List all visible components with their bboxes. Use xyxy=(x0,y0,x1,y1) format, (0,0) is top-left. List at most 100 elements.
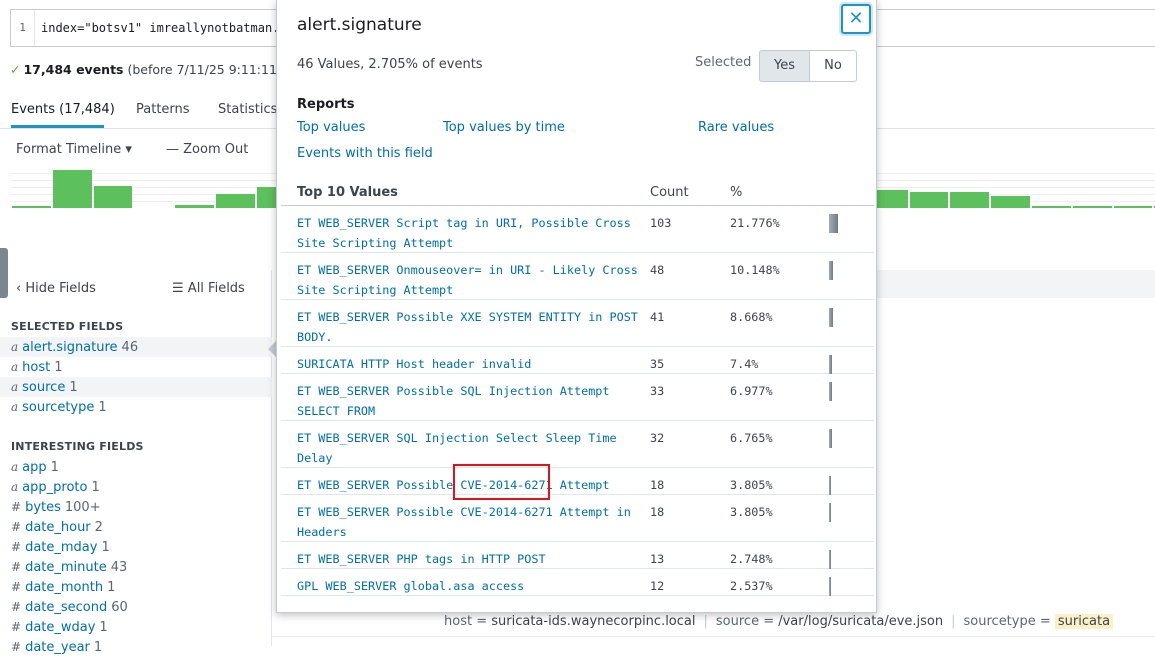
top-value-name[interactable]: ET WEB_SERVER Onmouseover= in URI - Like… xyxy=(297,260,642,300)
timeline-bar[interactable] xyxy=(52,170,92,208)
field-name[interactable]: host xyxy=(22,360,50,375)
chevron-left-icon: ‹ xyxy=(16,281,26,296)
line-number: 1 xyxy=(11,10,35,46)
field-count: 100+ xyxy=(64,500,101,515)
top-value-name[interactable]: ET WEB_SERVER PHP tags in HTTP POST xyxy=(297,549,642,569)
rare-values-link[interactable]: Rare values xyxy=(698,120,774,135)
field-name[interactable]: date_month xyxy=(25,580,103,595)
field-item-date-wday[interactable]: # date_wday 1 xyxy=(0,617,272,637)
field-item-app-proto[interactable]: a app_proto 1 xyxy=(0,477,272,497)
close-icon[interactable]: ✕ xyxy=(841,4,871,34)
top-value-row[interactable]: ET WEB_SERVER SQL Injection Select Sleep… xyxy=(281,421,874,468)
selected-no-button[interactable]: No xyxy=(809,50,857,82)
top-value-count: 13 xyxy=(650,552,665,566)
field-item-date-mday[interactable]: # date_mday 1 xyxy=(0,537,272,557)
field-type-icon: # xyxy=(11,520,22,534)
timeline-bar[interactable] xyxy=(1113,206,1153,208)
sourcetype-value[interactable]: suricata xyxy=(1054,614,1114,629)
field-name[interactable]: source xyxy=(22,380,65,395)
top-values-by-time-link[interactable]: Top values by time xyxy=(443,120,565,135)
top-value-name[interactable]: GPL WEB_SERVER global.asa access xyxy=(297,576,642,596)
timeline-bar[interactable] xyxy=(216,194,255,208)
field-item-host[interactable]: a host 1 xyxy=(0,357,272,377)
field-item-app[interactable]: a app 1 xyxy=(0,457,272,477)
timeline-bar[interactable] xyxy=(1032,206,1071,208)
field-name[interactable]: date_mday xyxy=(25,540,97,555)
top-value-row[interactable]: ET WEB_SERVER PHP tags in HTTP POST 13 2.7… xyxy=(281,542,874,569)
field-item-source[interactable]: a source 1 xyxy=(0,377,272,397)
top-value-row[interactable]: ET WEB_SERVER Possible CVE-2014-6271 Att… xyxy=(281,495,874,542)
timeline-bar[interactable] xyxy=(12,206,51,208)
top-values-link[interactable]: Top values xyxy=(297,120,365,135)
field-item-date-month[interactable]: # date_month 1 xyxy=(0,577,272,597)
top-value-share-bar xyxy=(829,355,833,374)
top-value-percent: 6.765% xyxy=(730,431,773,445)
top-value-share-bar xyxy=(829,308,833,327)
field-count: 43 xyxy=(110,560,128,575)
timeline-bar[interactable] xyxy=(909,192,949,208)
top-value-row[interactable]: SURICATA HTTP Host header invalid 35 7.4% xyxy=(281,347,874,374)
top-value-row[interactable]: GPL WEB_SERVER global.asa access 12 2.537% xyxy=(281,569,874,596)
field-item-alert-signature[interactable]: a alert.signature 46 xyxy=(0,337,272,357)
field-item-date-minute[interactable]: # date_minute 43 xyxy=(0,557,272,577)
field-count: 1 xyxy=(98,400,107,415)
field-type-icon: a xyxy=(11,400,19,414)
field-name[interactable]: date_wday xyxy=(25,620,95,635)
field-name[interactable]: date_minute xyxy=(25,560,107,575)
event-divider xyxy=(272,636,1155,637)
field-item-bytes[interactable]: # bytes 100+ xyxy=(0,497,272,517)
top-value-percent: 2.748% xyxy=(730,552,773,566)
top-value-name[interactable]: ET WEB_SERVER Script tag in URI, Possibl… xyxy=(297,213,642,253)
top-value-row[interactable]: ET WEB_SERVER Onmouseover= in URI - Like… xyxy=(281,253,874,300)
events-with-field-link[interactable]: Events with this field xyxy=(297,146,433,161)
all-fields-button[interactable]: ☰ All Fields xyxy=(172,281,245,296)
selected-yes-button[interactable]: Yes xyxy=(759,50,810,82)
field-type-icon: a xyxy=(11,480,19,494)
source-value[interactable]: /var/log/suricata/eve.json xyxy=(778,614,943,629)
top-value-row[interactable]: ET WEB_SERVER Possible SQL Injection Att… xyxy=(281,374,874,421)
zoom-out-button[interactable]: — Zoom Out xyxy=(166,142,248,157)
top-value-share-bar xyxy=(829,261,834,280)
field-name[interactable]: app_proto xyxy=(22,480,87,495)
timeline-bar[interactable] xyxy=(175,205,214,208)
format-timeline-button[interactable]: Format Timeline ▾ xyxy=(16,142,132,157)
top-value-count: 12 xyxy=(650,579,665,593)
top-value-name[interactable]: ET WEB_SERVER Possible CVE-2014-6271 Att… xyxy=(297,502,642,542)
host-value[interactable]: suricata-ids.waynecorpinc.local xyxy=(491,614,695,629)
field-item-date-hour[interactable]: # date_hour 2 xyxy=(0,517,272,537)
field-name[interactable]: alert.signature xyxy=(22,340,117,355)
field-item-date-second[interactable]: # date_second 60 xyxy=(0,597,272,617)
field-name[interactable]: date_hour xyxy=(25,520,91,535)
top-value-name[interactable]: ET WEB_SERVER Possible XXE SYSTEM ENTITY… xyxy=(297,307,642,347)
field-item-sourcetype[interactable]: a sourcetype 1 xyxy=(0,397,272,417)
percent-header: % xyxy=(730,185,743,200)
field-name[interactable]: app xyxy=(22,460,46,475)
top-value-name[interactable]: SURICATA HTTP Host header invalid xyxy=(297,354,642,374)
hide-fields-button[interactable]: ‹ Hide Fields xyxy=(16,281,96,296)
top-value-count: 48 xyxy=(650,263,665,277)
field-name[interactable]: date_second xyxy=(25,600,107,615)
top-value-row[interactable]: ET WEB_SERVER Possible XXE SYSTEM ENTITY… xyxy=(281,300,874,347)
timeline-bar[interactable] xyxy=(950,192,990,208)
host-label: host = xyxy=(444,614,488,629)
field-name[interactable]: date_year xyxy=(25,640,90,655)
tab-patterns[interactable]: Patterns xyxy=(136,102,190,117)
field-item-date-year[interactable]: # date_year 1 xyxy=(0,637,272,657)
top-value-percent: 7.4% xyxy=(730,357,759,371)
top-value-row[interactable]: ET WEB_SERVER Script tag in URI, Possibl… xyxy=(281,206,874,253)
tab-statistics[interactable]: Statistics xyxy=(218,102,277,117)
field-count: 46 xyxy=(121,340,139,355)
timeline-bar[interactable] xyxy=(1072,206,1112,208)
field-name[interactable]: bytes xyxy=(25,500,61,515)
tab-events[interactable]: Events (17,484) xyxy=(11,102,115,117)
values-summary: 46 Values, 2.705% of events xyxy=(297,57,483,72)
top-value-percent: 2.537% xyxy=(730,579,773,593)
top-value-row[interactable]: ET WEB_SERVER Possible CVE-2014-6271 Att… xyxy=(281,468,874,495)
field-name[interactable]: sourcetype xyxy=(22,400,94,415)
search-query-text[interactable]: index="botsv1" imreallynotbatman.c xyxy=(41,10,287,46)
timeline-bar[interactable] xyxy=(93,186,133,208)
top-value-percent: 21.776% xyxy=(730,216,780,230)
top-value-name[interactable]: ET WEB_SERVER Possible SQL Injection Att… xyxy=(297,381,642,421)
timeline-bar[interactable] xyxy=(991,196,1030,208)
top-value-name[interactable]: ET WEB_SERVER SQL Injection Select Sleep… xyxy=(297,428,642,468)
